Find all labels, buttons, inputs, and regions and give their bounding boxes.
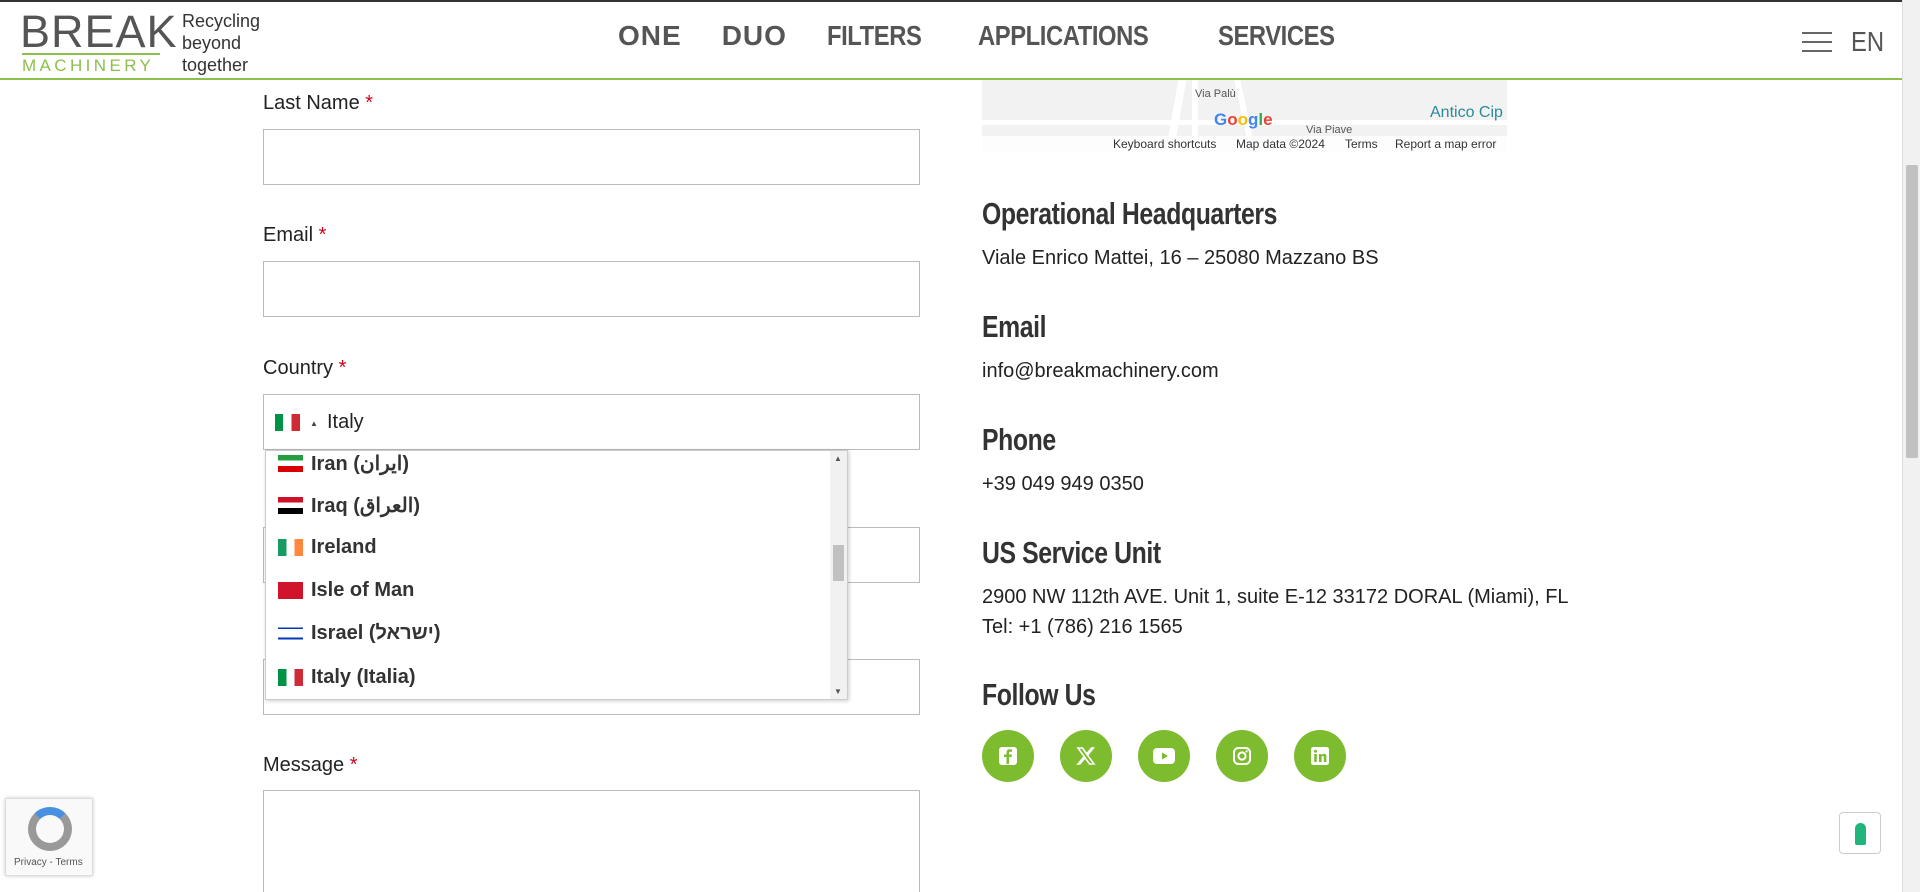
country-option-label: Italy (Italia) xyxy=(311,666,416,688)
country-option[interactable]: Iran (‫ایران‬‎) xyxy=(278,451,409,476)
phone-link[interactable]: +39 049 949 0350 xyxy=(982,473,1144,496)
google-map[interactable]: Via Palù Via Piave Antico Cip Google Key… xyxy=(982,80,1507,152)
country-option[interactable]: Ireland xyxy=(278,536,377,559)
logo-break-text: BREAK xyxy=(20,6,178,57)
main-nav: ONE DUO FILTERS APPLICATIONS SERVICES xyxy=(618,20,1356,52)
required-mark: * xyxy=(338,357,347,379)
ireland-flag-icon xyxy=(278,539,303,556)
follow-us-title: Follow Us xyxy=(982,677,1096,712)
linkedin-icon[interactable] xyxy=(1294,730,1346,782)
language-selector[interactable]: EN xyxy=(1851,26,1884,58)
iran-flag-icon xyxy=(278,455,303,472)
map-data-text: Map data ©2024 xyxy=(1236,137,1325,151)
required-mark: * xyxy=(318,224,327,246)
dropdown-scrollbar[interactable]: ▲ ▼ xyxy=(830,451,847,699)
map-terms-link[interactable]: Terms xyxy=(1345,137,1378,151)
country-label-text: Country xyxy=(263,357,334,379)
message-field[interactable] xyxy=(263,790,920,892)
nav-item-filters[interactable]: FILTERS xyxy=(827,20,922,52)
caret-up-icon[interactable]: ▲ xyxy=(310,419,318,428)
map-footer: Keyboard shortcuts Map data ©2024 Terms … xyxy=(982,136,1507,152)
email-label-text: Email xyxy=(263,224,314,246)
recaptcha-badge[interactable]: Privacy - Terms xyxy=(5,798,93,876)
country-option-label: Iraq (‫العراق‬‎) xyxy=(311,495,420,517)
hamburger-menu-icon[interactable] xyxy=(1802,32,1832,52)
country-option-label: Iran (‫ایران‬‎) xyxy=(311,453,409,475)
email-field[interactable] xyxy=(263,261,920,317)
x-icon[interactable] xyxy=(1060,730,1112,782)
page-scroll-thumb[interactable] xyxy=(1906,165,1918,458)
country-dropdown-list[interactable]: Iran (‫ایران‬‎) Iraq (‫العراق‬‎) Ireland… xyxy=(265,450,848,700)
us-tel[interactable]: Tel: +1 (786) 216 1565 xyxy=(982,616,1183,639)
site-logo[interactable]: BREAK MACHINERY xyxy=(20,8,177,75)
tagline-line: together xyxy=(182,55,249,75)
country-option[interactable]: Iraq (‫العراق‬‎) xyxy=(278,493,420,518)
nav-item-one[interactable]: ONE xyxy=(618,20,682,52)
country-value: Italy xyxy=(327,411,364,433)
logo-machinery-text: MACHINERY xyxy=(22,56,155,75)
required-mark: * xyxy=(349,754,358,776)
iraq-flag-icon xyxy=(278,497,303,514)
accessibility-button[interactable] xyxy=(1839,812,1881,854)
italy-flag-icon[interactable] xyxy=(275,414,300,431)
message-label: Message * xyxy=(263,754,358,777)
tagline-line: Recycling xyxy=(182,11,261,31)
country-option-label: Ireland xyxy=(311,536,377,558)
instagram-icon[interactable] xyxy=(1216,730,1268,782)
nav-item-applications[interactable]: APPLICATIONS xyxy=(978,20,1149,52)
message-label-text: Message xyxy=(263,754,345,776)
map-report-error-link[interactable]: Report a map error xyxy=(1395,137,1496,151)
nav-item-duo[interactable]: DUO xyxy=(722,20,787,52)
country-option[interactable]: Isle of Man xyxy=(278,579,414,602)
nav-item-services[interactable]: SERVICES xyxy=(1218,20,1335,52)
map-place-label: Antico Cip xyxy=(1430,104,1503,121)
map-street-label: Via Palù xyxy=(1195,88,1236,100)
email-link[interactable]: info@breakmachinery.com xyxy=(982,360,1219,383)
site-header: BREAK MACHINERY Recycling beyond togethe… xyxy=(0,0,1902,80)
tagline-line: beyond xyxy=(182,33,242,53)
isle-of-man-flag-icon xyxy=(278,582,303,599)
recaptcha-icon xyxy=(28,807,72,851)
country-option-label: Israel (‫ישראל‬‎) xyxy=(311,622,441,644)
page-scrollbar[interactable] xyxy=(1902,0,1920,892)
scroll-down-arrow-icon[interactable]: ▼ xyxy=(834,687,842,696)
accessibility-icon xyxy=(1855,823,1866,845)
country-select[interactable]: ▲ Italy xyxy=(263,394,920,450)
tagline: Recycling beyond together xyxy=(182,10,260,76)
google-logo: Google xyxy=(1214,110,1273,129)
required-mark: * xyxy=(365,92,374,114)
facebook-icon[interactable] xyxy=(982,730,1034,782)
country-option-label: Isle of Man xyxy=(311,579,415,601)
italy-flag-icon xyxy=(278,669,303,686)
last-name-label: Last Name * xyxy=(263,92,373,115)
map-keyboard-shortcuts-link[interactable]: Keyboard shortcuts xyxy=(1113,137,1216,151)
last-name-label-text: Last Name xyxy=(263,92,360,114)
country-label: Country * xyxy=(263,357,346,380)
recaptcha-links[interactable]: Privacy - Terms xyxy=(14,857,83,868)
last-name-field[interactable] xyxy=(263,129,920,185)
country-option[interactable]: Italy (Italia) xyxy=(278,666,415,689)
us-address: 2900 NW 112th AVE. Unit 1, suite E-12 33… xyxy=(982,586,1569,608)
phone-title: Phone xyxy=(982,422,1056,457)
hq-title: Operational Headquarters xyxy=(982,196,1277,231)
dropdown-scroll-thumb[interactable] xyxy=(833,545,844,581)
logo-underline xyxy=(22,53,160,55)
map-street-label: Via Piave xyxy=(1306,124,1353,136)
us-service-title: US Service Unit xyxy=(982,535,1161,570)
scroll-up-arrow-icon[interactable]: ▲ xyxy=(834,454,842,463)
hq-address: Viale Enrico Mattei, 16 – 25080 Mazzano … xyxy=(982,247,1379,269)
email-label: Email * xyxy=(263,224,326,247)
israel-flag-icon xyxy=(278,625,303,642)
youtube-icon[interactable] xyxy=(1138,730,1190,782)
country-option[interactable]: Israel (‫ישראל‬‎) xyxy=(278,622,441,645)
email-title: Email xyxy=(982,309,1047,344)
